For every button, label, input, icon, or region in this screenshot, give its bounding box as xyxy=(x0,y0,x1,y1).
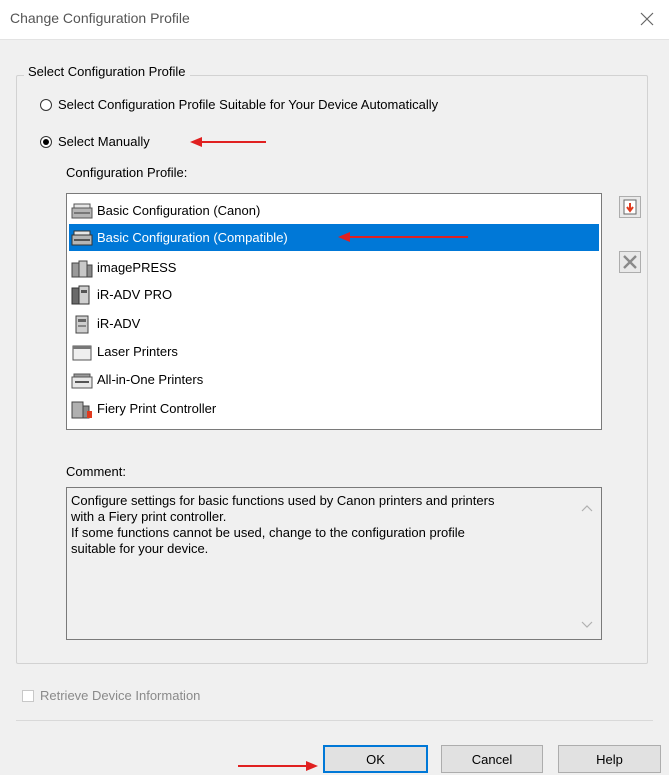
window-title: Change Configuration Profile xyxy=(10,10,190,26)
production-press-icon xyxy=(71,260,93,277)
list-item-label: imagePRESS xyxy=(97,260,177,275)
radio-manual[interactable] xyxy=(40,135,52,148)
radio-manual-label: Select Manually xyxy=(58,134,150,149)
multifunction-printer-icon xyxy=(75,315,89,333)
close-icon xyxy=(640,12,654,26)
copier-icon xyxy=(71,203,93,218)
profile-list-label: Configuration Profile: xyxy=(66,165,188,180)
group-legend: Select Configuration Profile xyxy=(24,64,190,79)
profile-listbox[interactable]: Basic Configuration (Canon) Basic Config… xyxy=(66,193,602,430)
radio-auto-row[interactable]: Select Configuration Profile Suitable fo… xyxy=(40,97,438,112)
list-item[interactable]: iR-ADV PRO xyxy=(69,281,599,308)
list-item[interactable]: Laser Printers xyxy=(69,338,599,365)
title-bar: Change Configuration Profile xyxy=(0,0,669,40)
list-item[interactable]: iR-ADV xyxy=(69,310,599,337)
all-in-one-printer-icon xyxy=(71,373,93,388)
annotation-arrow-ok xyxy=(238,761,318,771)
retrieve-device-info-row[interactable]: Retrieve Device Information xyxy=(22,688,200,703)
delete-profile-button[interactable] xyxy=(619,251,641,273)
annotation-arrow-selected xyxy=(338,232,468,242)
comment-box[interactable]: Configure settings for basic functions u… xyxy=(66,487,602,640)
radio-auto-label: Select Configuration Profile Suitable fo… xyxy=(58,97,439,112)
help-button[interactable]: Help xyxy=(558,745,661,773)
list-item[interactable]: Basic Configuration (Canon) xyxy=(69,197,599,224)
fiery-controller-icon xyxy=(71,401,92,418)
divider xyxy=(16,720,653,721)
import-profile-icon xyxy=(623,199,637,215)
list-item-label: Laser Printers xyxy=(97,344,178,359)
list-item-label: Fiery Print Controller xyxy=(97,401,217,416)
retrieve-device-info-checkbox[interactable] xyxy=(22,689,34,702)
list-item-label: Basic Configuration (Compatible) xyxy=(97,230,288,245)
retrieve-device-info-label: Retrieve Device Information xyxy=(40,688,201,703)
scroll-up-icon[interactable] xyxy=(581,504,593,512)
cancel-button[interactable]: Cancel xyxy=(441,745,543,773)
scroll-down-icon[interactable] xyxy=(581,621,593,629)
list-item-label: Basic Configuration (Canon) xyxy=(97,203,261,218)
list-item[interactable]: Fiery Print Controller xyxy=(69,395,599,422)
close-button[interactable] xyxy=(631,4,663,34)
list-item-label: iR-ADV PRO xyxy=(97,287,173,302)
list-item[interactable]: All-in-One Printers xyxy=(69,366,599,393)
copier-icon xyxy=(71,230,93,245)
laser-printer-icon xyxy=(72,345,92,360)
comment-label: Comment: xyxy=(66,464,126,479)
delete-profile-icon xyxy=(623,255,637,269)
ok-button[interactable]: OK xyxy=(323,745,428,773)
list-item[interactable]: imagePRESS xyxy=(69,254,599,281)
comment-text: Configure settings for basic functions u… xyxy=(71,493,495,556)
annotation-arrow-manual xyxy=(190,137,266,147)
import-profile-button[interactable] xyxy=(619,196,641,218)
radio-manual-row[interactable]: Select Manually xyxy=(40,134,150,149)
list-item-label: iR-ADV xyxy=(97,316,141,331)
list-item-label: All-in-One Printers xyxy=(97,372,204,387)
list-item-selected[interactable]: Basic Configuration (Compatible) xyxy=(69,224,599,251)
multifunction-printer-icon xyxy=(71,285,90,304)
radio-auto[interactable] xyxy=(40,98,52,111)
